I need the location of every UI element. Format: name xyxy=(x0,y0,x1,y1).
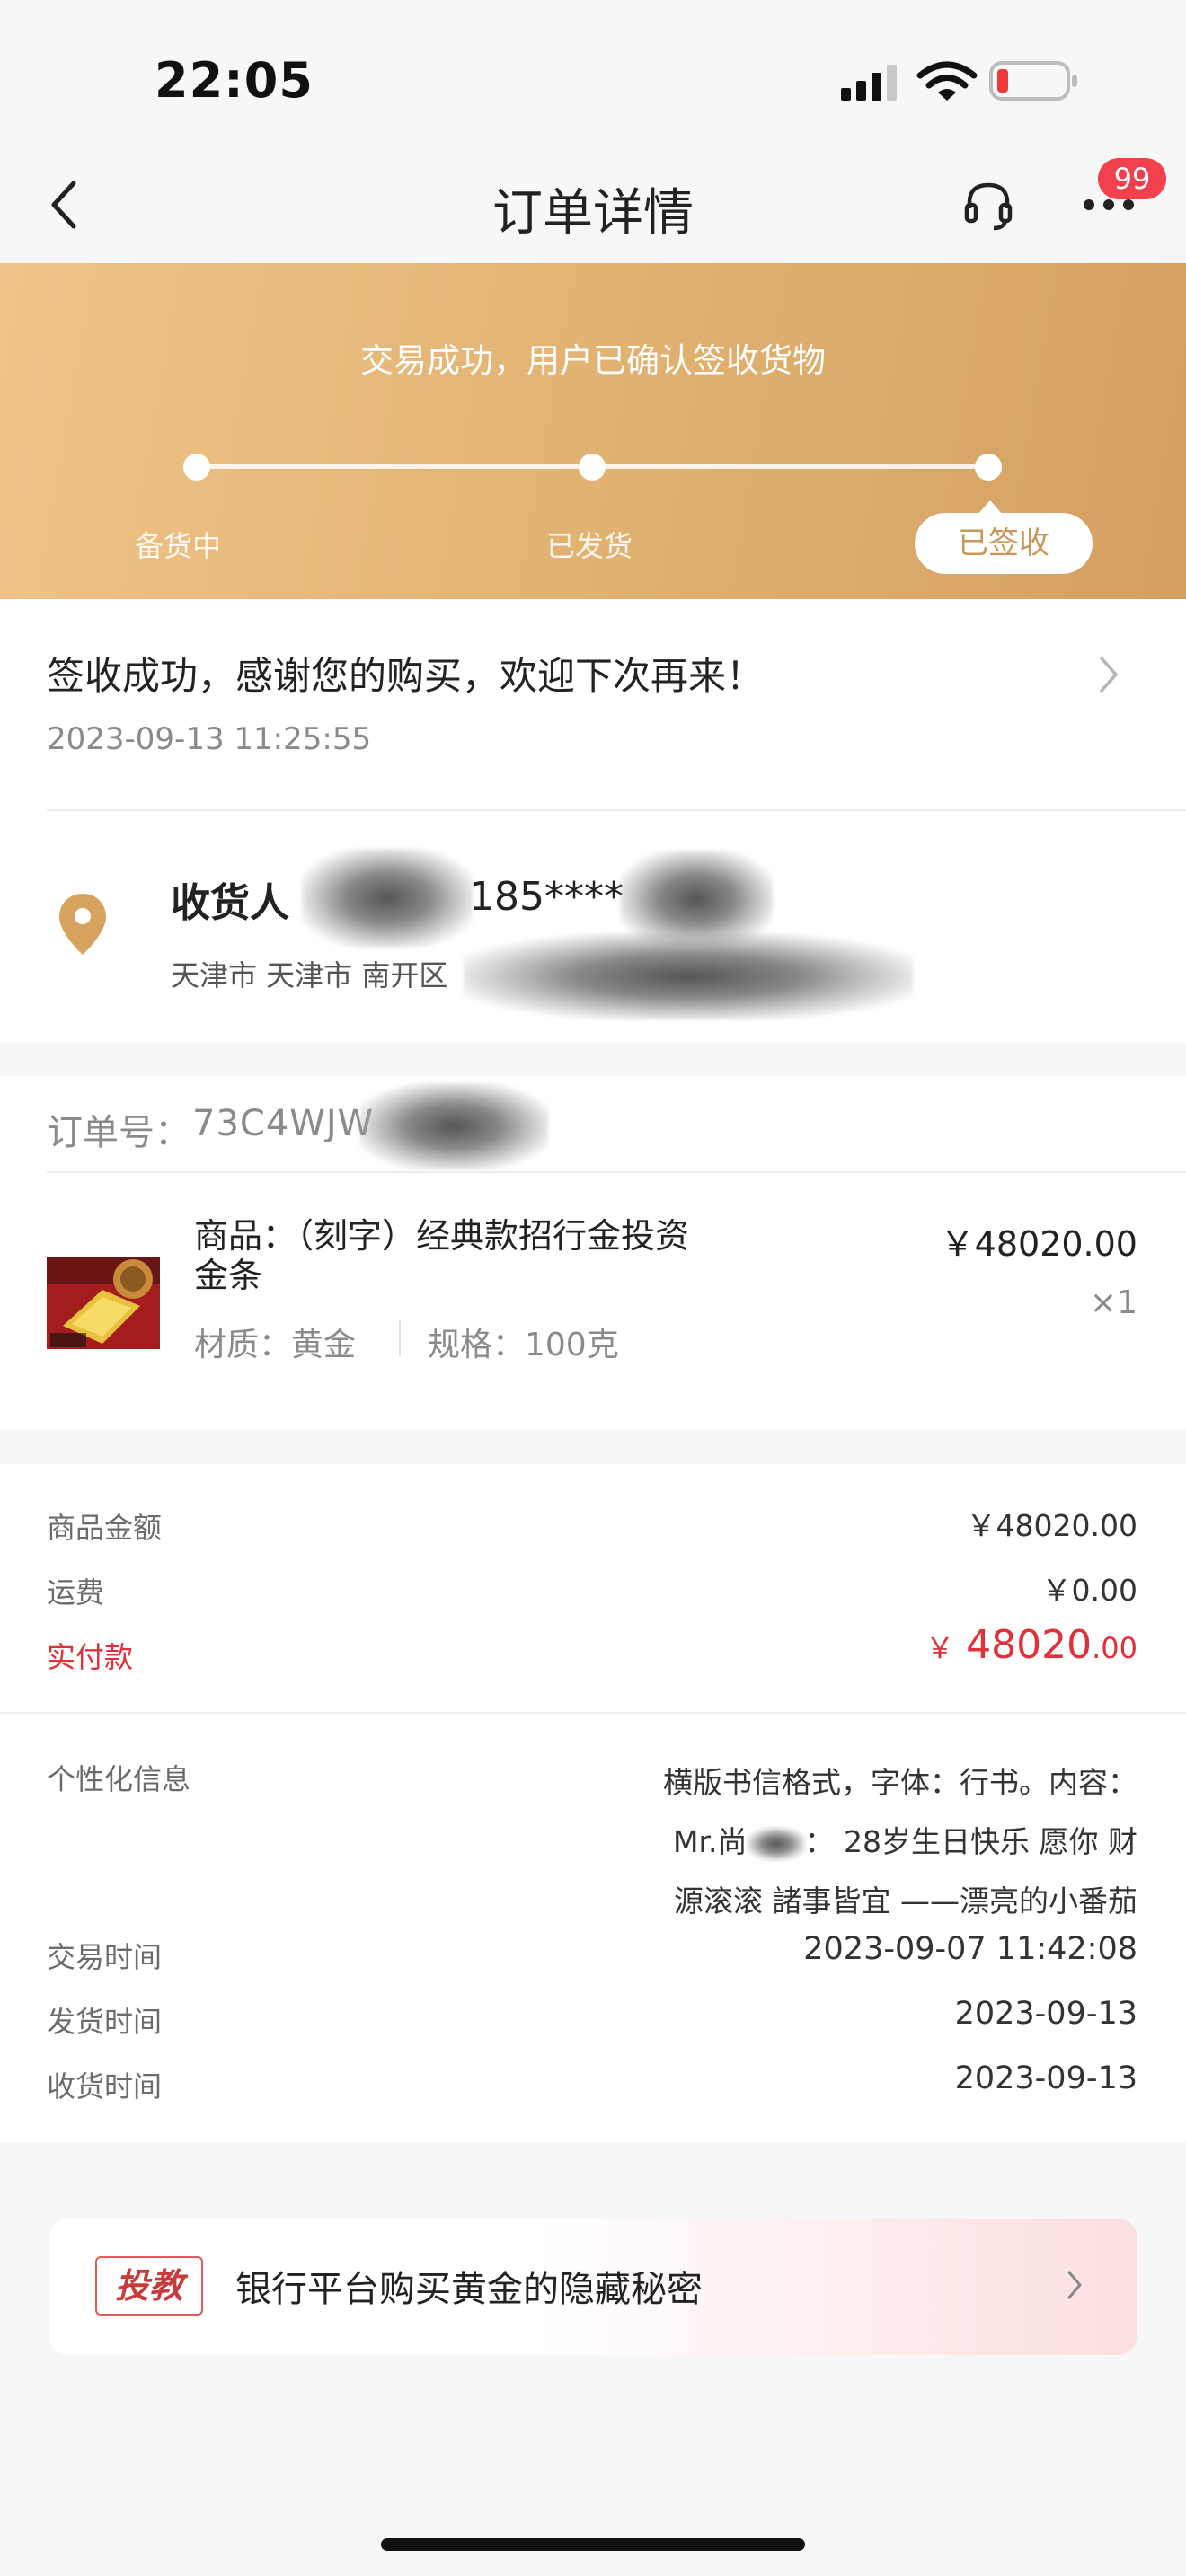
personalization-line3: 源滚滚 諸事皆宜 ——漂亮的小番茄 xyxy=(674,1883,1137,1919)
trade-time-label: 交易时间 xyxy=(47,1940,163,1974)
product-price: ￥48020.00 xyxy=(940,1224,1137,1264)
goods-amount: ￥48020.00 xyxy=(966,1508,1137,1543)
battery-icon xyxy=(988,59,1082,106)
product-spec: 规格：100克 xyxy=(428,1327,619,1363)
redacted-name xyxy=(747,1827,805,1860)
product-material: 材质：黄金 xyxy=(194,1327,357,1363)
step-dot-shipped xyxy=(579,454,606,481)
customer-service-headset-icon[interactable] xyxy=(961,178,1015,235)
personalization-line2: Mr.尚 ： 28岁生日快乐 愿你 财 xyxy=(663,1813,1137,1872)
step-dot-received xyxy=(975,454,1002,481)
redacted-order-number xyxy=(359,1083,548,1169)
ship-time: 2023-09-13 xyxy=(954,1996,1137,2032)
investor-education-tag: 投教 xyxy=(95,2256,203,2316)
receiver-address: 天津市 天津市 南开区 xyxy=(171,958,448,992)
paid-currency: ￥ xyxy=(925,1631,955,1665)
investor-education-title: 银行平台购买黄金的隐藏秘密 xyxy=(235,2269,703,2310)
payment-details-panel: 商品金额 ￥48020.00 运费 ￥0.00 实付款 ￥ 48020.00 个… xyxy=(0,1464,1186,2143)
paid-amount: ￥ 48020.00 xyxy=(925,1622,1137,1668)
product-thumbnail[interactable] xyxy=(47,1257,160,1349)
divider xyxy=(0,1712,1186,1714)
step-label-preparing: 备货中 xyxy=(135,529,222,563)
receipt-panel: 签收成功，感谢您的购买，欢迎下次再来！ 2023-09-13 11:25:55 … xyxy=(0,599,1186,1043)
product-name[interactable]: 商品：（刻字）经典款招行金投资 金条 xyxy=(194,1216,689,1295)
chevron-right-icon xyxy=(1066,2269,1084,2305)
order-panel: 订单号： 73C4WJW 商品：（刻字）经典款招行金投资 金条 材质：黄金 规格… xyxy=(0,1076,1186,1430)
order-status-banner: 交易成功，用户已确认签收货物 备货中 已发货 已签收 xyxy=(0,263,1186,599)
product-name-line1: 商品：（刻字）经典款招行金投资 xyxy=(194,1216,690,1256)
spec-separator xyxy=(399,1320,401,1356)
personalization-label: 个性化信息 xyxy=(47,1762,191,1796)
receive-time: 2023-09-13 xyxy=(954,2060,1137,2096)
redacted-address xyxy=(464,933,913,1019)
step-dot-preparing xyxy=(183,454,210,481)
personalization-line2-end: ： 28岁生日快乐 愿你 财 xyxy=(804,1824,1137,1859)
status-time: 22:05 xyxy=(155,52,314,109)
order-number-label: 订单号： xyxy=(47,1112,190,1153)
paid-label: 实付款 xyxy=(47,1640,134,1674)
step-label-received-active: 已签收 xyxy=(915,513,1093,574)
divider xyxy=(47,809,1186,811)
product-quantity: ×1 xyxy=(1089,1284,1137,1321)
status-message: 交易成功，用户已确认签收货物 xyxy=(360,341,826,380)
investor-education-card[interactable]: 投教 银行平台购买黄金的隐藏秘密 xyxy=(49,2219,1137,2355)
ship-time-label: 发货时间 xyxy=(47,2005,163,2039)
cellular-signal-icon xyxy=(839,63,902,106)
wifi-icon xyxy=(916,59,978,108)
receiver-label: 收货人 xyxy=(171,880,289,926)
shipping-fee: ￥0.00 xyxy=(1041,1573,1137,1608)
personalization-line1: 横版书信格式，字体：行书。内容： xyxy=(663,1765,1137,1800)
paid-integer: 48020 xyxy=(966,1622,1093,1668)
order-number: 73C4WJW xyxy=(192,1103,375,1144)
location-pin-icon xyxy=(58,892,108,960)
shipping-label: 运费 xyxy=(47,1575,105,1610)
chevron-right-icon[interactable] xyxy=(1098,655,1120,694)
step-label-shipped: 已发货 xyxy=(546,529,633,563)
notification-badge: 99 xyxy=(1098,158,1166,199)
goods-amount-label: 商品金额 xyxy=(47,1511,163,1545)
trade-time: 2023-09-07 11:42:08 xyxy=(803,1931,1137,1967)
receiver-phone: 185**** xyxy=(469,874,624,920)
personalization-line2-start: Mr.尚 xyxy=(673,1824,748,1859)
product-name-line2: 金条 xyxy=(194,1256,263,1295)
receive-time-label: 收货时间 xyxy=(47,2069,163,2104)
personalization-text: 横版书信格式，字体：行书。内容： Mr.尚 ： 28岁生日快乐 愿你 财 源滚滚 … xyxy=(663,1753,1137,1931)
receipt-time: 2023-09-13 11:25:55 xyxy=(47,721,372,757)
paid-decimal: .00 xyxy=(1092,1631,1137,1665)
home-indicator[interactable] xyxy=(381,2538,805,2551)
redacted-receiver-name xyxy=(302,849,473,948)
receipt-headline[interactable]: 签收成功，感谢您的购买，欢迎下次再来！ xyxy=(47,646,764,701)
divider xyxy=(47,1171,1186,1173)
